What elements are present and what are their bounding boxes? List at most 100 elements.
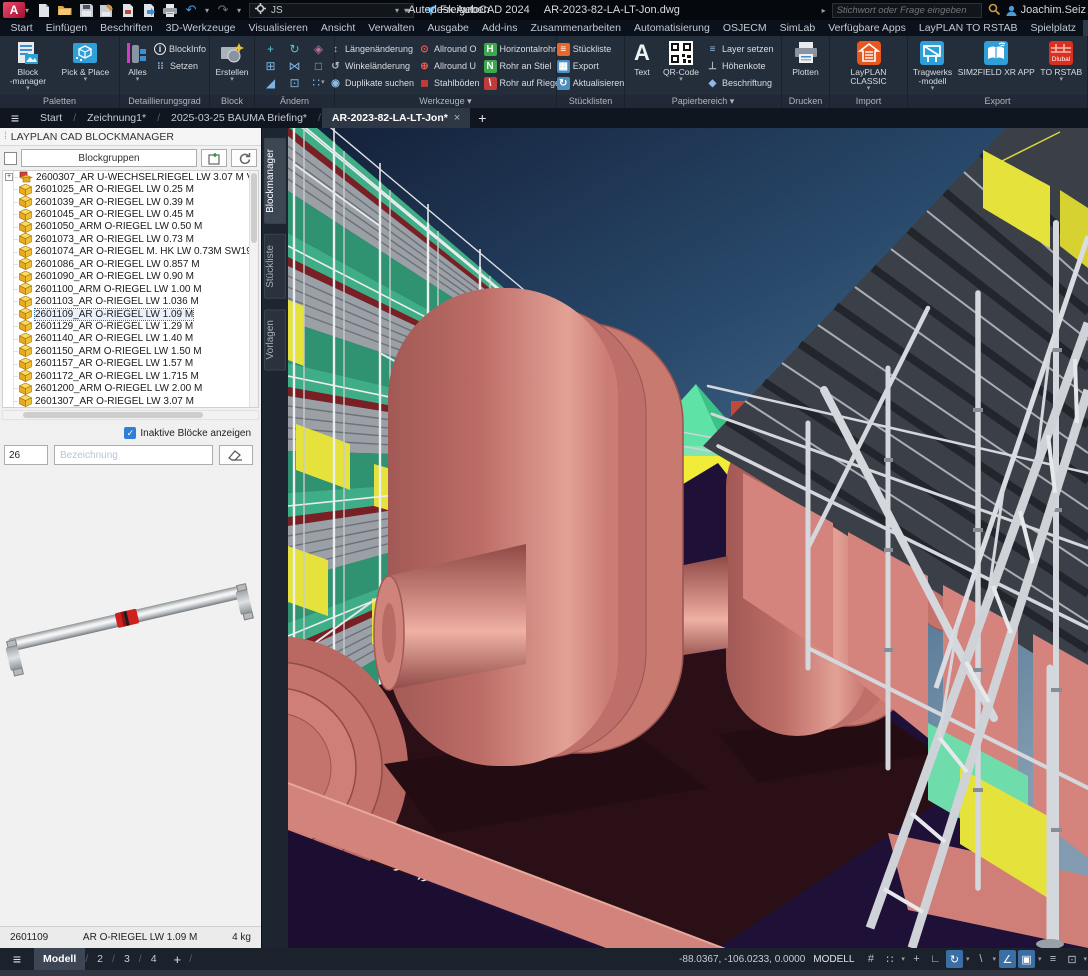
ribbon-tab-add-ins[interactable]: Add-ins: [475, 20, 524, 36]
new-file-icon[interactable]: [37, 3, 51, 17]
blockmanager-button[interactable]: Block -manager ▾: [10, 38, 46, 95]
block-item[interactable]: 2601129_AR O-RIEGEL LW 1.29 M: [3, 320, 258, 332]
drawing-tab-start[interactable]: Start: [30, 108, 72, 128]
export-dwg-icon[interactable]: [142, 3, 156, 17]
längenänderung-button[interactable]: ↕Längenänderung: [329, 41, 414, 57]
block-tree[interactable]: +2600307_AR U-WECHSELRIEGEL LW 3.07 M VE…: [2, 170, 259, 408]
duplikate-suchen-button[interactable]: ◉Duplikate suchen: [329, 75, 414, 91]
palette-titlebar[interactable]: ⁞ LAYPLAN CAD BLOCKMANAGER: [0, 128, 261, 146]
text-button[interactable]: A Text: [628, 38, 656, 95]
ribbon-tab-visualisieren[interactable]: Visualisieren: [242, 20, 314, 36]
block-item[interactable]: 2601157_AR O-RIEGEL LW 1.57 M: [3, 358, 258, 370]
lineweight-icon[interactable]: ≡: [1044, 950, 1061, 968]
box-3d-icon[interactable]: □: [307, 57, 331, 74]
autocad-logo-icon[interactable]: A: [3, 2, 25, 18]
add-group-button[interactable]: [201, 149, 227, 167]
side-tab-vorlagen[interactable]: Vorlagen: [264, 309, 286, 370]
file-tab-menu-icon[interactable]: ≡: [0, 110, 30, 126]
rohr-auf-riegel-button[interactable]: \Rohr auf Riegel: [484, 75, 563, 91]
layout-tab-modell[interactable]: Modell: [34, 948, 85, 970]
block-item[interactable]: 2601050_ARM O-RIEGEL LW 0.50 M: [3, 221, 258, 233]
plot-stamp-icon[interactable]: [121, 3, 135, 17]
close-tab-icon[interactable]: ×: [454, 112, 460, 124]
refresh-button[interactable]: [231, 149, 257, 167]
block-item[interactable]: 2601172_AR O-RIEGEL LW 1.715 M: [3, 370, 258, 382]
array-icon[interactable]: ∷▾: [307, 74, 331, 91]
layout-tab-2[interactable]: 2: [88, 948, 112, 970]
search-input[interactable]: [832, 3, 982, 18]
ribbon-tab-ausgabe[interactable]: Ausgabe: [421, 20, 475, 36]
layout-menu-icon[interactable]: ≡: [0, 951, 34, 967]
redo-caret-icon[interactable]: ▾: [237, 6, 241, 15]
expand-icon[interactable]: +: [5, 173, 13, 181]
winkeländerung-button[interactable]: ↺Winkeländerung: [329, 58, 414, 74]
workspace-selector[interactable]: JS ▾ ▾▾: [249, 3, 414, 18]
ribbon-tab-ansicht[interactable]: Ansicht: [314, 20, 361, 36]
blockinfo-button[interactable]: i BlockInfo: [154, 41, 206, 57]
sim2field-button[interactable]: SIM2FIELD XR APP: [958, 38, 1035, 95]
filter-number-input[interactable]: [4, 445, 48, 465]
side-tab-stückliste[interactable]: Stückliste: [264, 234, 286, 299]
isolate-objects-icon[interactable]: ⊡: [1063, 950, 1080, 968]
isolate-objects-caret-icon[interactable]: ▾: [1083, 955, 1087, 963]
allround-o-button[interactable]: ⊙Allround O: [418, 41, 480, 57]
object-snap-tracking-icon[interactable]: ∠: [999, 950, 1016, 968]
blockgruppen-selector[interactable]: Blockgruppen: [21, 149, 197, 167]
group-label-werkzeuge[interactable]: Werkzeuge ▾: [335, 95, 556, 108]
logo-caret-icon[interactable]: ▾: [25, 6, 29, 15]
block-item[interactable]: 2601150_ARM O-RIEGEL LW 1.50 M: [3, 345, 258, 357]
space-indicator[interactable]: MODELL: [813, 954, 854, 965]
drawing-tab-zeichnung1-[interactable]: Zeichnung1*: [77, 108, 156, 128]
polar-tracking-icon[interactable]: ↻: [946, 950, 963, 968]
block-item-selected[interactable]: 2601109_AR O-RIEGEL LW 1.09 M: [3, 308, 258, 320]
tree-horizontal-scrollbar[interactable]: [2, 410, 259, 420]
snap-mode-icon[interactable]: ∷: [881, 950, 898, 968]
setzen-button[interactable]: ⁝⁝ Setzen: [154, 58, 206, 74]
group-label-papierbereich[interactable]: Papierbereich ▾: [625, 95, 781, 108]
aktualisieren-button[interactable]: ↻Aktualisieren: [557, 75, 625, 91]
tree-vertical-scrollbar[interactable]: [249, 171, 258, 407]
erstellen-button[interactable]: Erstellen ▾: [215, 38, 248, 95]
clear-filter-button[interactable]: [219, 445, 253, 465]
horizontalrohr-button[interactable]: HHorizontalrohr: [484, 41, 563, 57]
layplan-classic-button[interactable]: LayPLAN CLASSIC ▾: [833, 38, 904, 95]
layout-tab-4[interactable]: 4: [142, 948, 166, 970]
print-icon[interactable]: [163, 3, 177, 17]
object-snap-icon[interactable]: ▣: [1018, 950, 1035, 968]
allround-u-button[interactable]: ⊕Allround U: [418, 58, 480, 74]
block-item[interactable]: 2601074_AR O-RIEGEL M. HK LW 0.73M SW19: [3, 246, 258, 258]
ribbon-tab-verwalten[interactable]: Verwalten: [362, 20, 421, 36]
drawing-tab-ar-2023-82-la-lt-jon-[interactable]: AR-2023-82-LA-LT-Jon*×: [322, 108, 470, 128]
ribbon-tab-3d-werkzeuge[interactable]: 3D-Werkzeuge: [159, 20, 242, 36]
user-account[interactable]: Joachim.Seiz: [1006, 4, 1086, 16]
block-item[interactable]: 2601039_AR O-RIEGEL LW 0.39 M: [3, 196, 258, 208]
pick-and-place-button[interactable]: Pick & Place ▾: [62, 38, 110, 95]
isodraft-icon[interactable]: \: [972, 950, 989, 968]
show-inactive-checkbox[interactable]: ✓: [124, 427, 136, 439]
polar-tracking-caret-icon[interactable]: ▾: [966, 955, 970, 963]
rotate-icon[interactable]: ↻: [283, 40, 307, 57]
offset-icon[interactable]: ⊡: [283, 74, 307, 91]
ribbon-tab-einfügen[interactable]: Einfügen: [39, 20, 93, 36]
save-as-icon[interactable]: [100, 3, 114, 17]
ribbon-tab-verfügbare-apps[interactable]: Verfügbare Apps: [822, 20, 913, 36]
stückliste-button[interactable]: ≡Stückliste: [557, 41, 625, 57]
ribbon-tab-start[interactable]: Start: [4, 20, 39, 36]
copy-icon[interactable]: ⊞: [259, 57, 283, 74]
beschriftung-button[interactable]: ◆Beschriftung: [706, 75, 774, 91]
ribbon-tab-zusammenarbeiten[interactable]: Zusammenarbeiten: [524, 20, 627, 36]
block-item[interactable]: 2601200_ARM O-RIEGEL LW 2.00 M: [3, 382, 258, 394]
ribbon-tab-automatisierung[interactable]: Automatisierung: [627, 20, 716, 36]
isodraft-caret-icon[interactable]: ▾: [992, 955, 996, 963]
share-button[interactable]: Freigeben: [424, 4, 490, 16]
tragwerksmodell-button[interactable]: Tragwerks -modell ▾: [913, 38, 952, 95]
rohr-an-stiel-button[interactable]: NRohr an Stiel: [484, 58, 563, 74]
block-item[interactable]: 2601103_AR O-RIEGEL LW 1.036 M: [3, 295, 258, 307]
select-all-checkbox[interactable]: [4, 152, 17, 165]
search-expand-icon[interactable]: ▸: [822, 6, 826, 15]
höhenkote-button[interactable]: ⊥Höhenkote: [706, 58, 774, 74]
open-folder-icon[interactable]: [58, 3, 72, 17]
side-tab-blockmanager[interactable]: Blockmanager: [264, 138, 286, 224]
fillet-icon[interactable]: ◢: [259, 74, 283, 91]
filter-name-input[interactable]: [54, 445, 213, 465]
